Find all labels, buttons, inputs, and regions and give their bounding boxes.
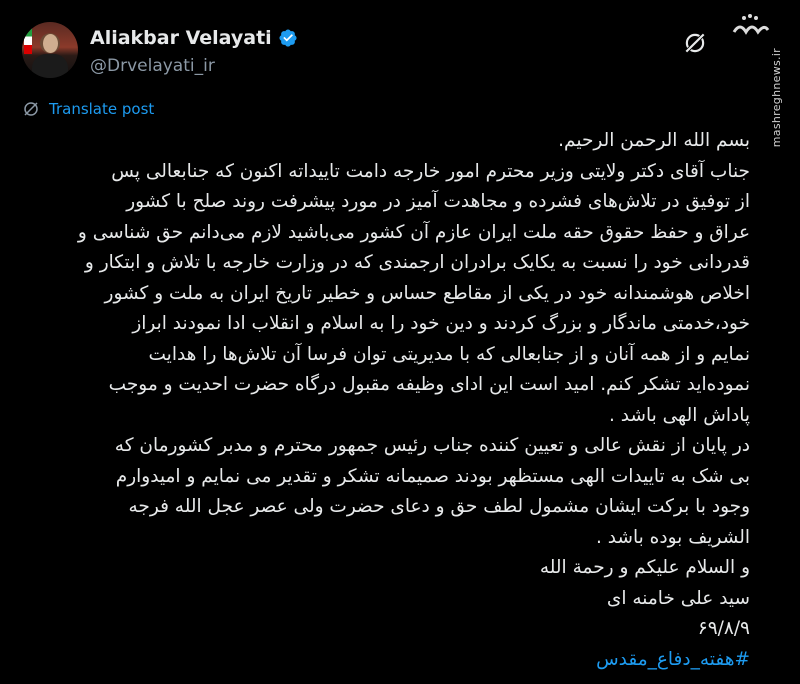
post-line: جناب آقای دکتر ولایتی وزیر محترم امور خا… xyxy=(111,160,750,182)
post-line: نموده‌اید تشکر کنم. امید است این ادای وظ… xyxy=(108,374,750,395)
post-line: خود،خدمتی ماندگار و بزرگ کردند و دین خود… xyxy=(132,313,750,334)
verified-badge-icon xyxy=(279,29,297,47)
post-line: بسم الله الرحمن الرحیم. xyxy=(558,130,750,151)
mashregh-logo-mark xyxy=(732,14,770,35)
translate-post-link[interactable]: Translate post xyxy=(22,100,154,118)
author-handle[interactable]: @Drvelayati_ir xyxy=(90,56,215,76)
grok-icon[interactable] xyxy=(682,30,708,56)
post-line: از توفیق در تلاش‌های فشرده و مجاهدت آمیز… xyxy=(126,191,750,212)
post-line: الشریف بوده باشد . xyxy=(596,526,750,548)
post-line: اخلاص هوشمندانه خود در یکی از مقاطع حساس… xyxy=(104,282,750,304)
avatar-body xyxy=(32,54,68,78)
post-line: وجود با برکت ایشان مشمول لطف حق و دعای ح… xyxy=(128,496,750,517)
hashtag-link[interactable]: #هفته_دفاع_مقدس xyxy=(30,645,750,676)
mashregh-logo xyxy=(730,8,772,42)
post-line: پاداش الهی باشد . xyxy=(609,404,750,426)
globe-translate-icon xyxy=(24,102,38,116)
author-display-name[interactable]: Aliakbar Velayati xyxy=(90,27,272,49)
author-name-row: Aliakbar Velayati xyxy=(90,27,298,49)
flag-decoration xyxy=(24,28,32,54)
post-line: سید علی خامنه ای xyxy=(606,587,750,609)
post-text: بسم الله الرحمن الرحیم. جناب آقای دکتر و… xyxy=(30,126,750,675)
post-line: بی شک به تاییدات الهی مستظهر بودند صمیما… xyxy=(115,465,750,487)
post-line: در پایان از نقش عالی و تعیین کننده جناب … xyxy=(114,435,750,456)
post-line: و السلام علیکم و رحمة الله xyxy=(539,557,750,578)
avatar[interactable] xyxy=(22,22,78,78)
watermark-site: mashreghnews.ir xyxy=(770,48,783,148)
avatar-head xyxy=(43,34,58,53)
translate-post-label: Translate post xyxy=(49,100,155,118)
post-line: قدردانی خود را نسبت به یکایک برادران ارج… xyxy=(84,252,750,273)
post-line: عراق و حفظ حقوق حقه ملت ایران عازم آن کش… xyxy=(77,221,750,243)
post-line: نمایم و از همه آنان و از جنابعالی که با … xyxy=(148,343,751,365)
post-date: ۶۹/۸/۹ xyxy=(697,618,750,639)
